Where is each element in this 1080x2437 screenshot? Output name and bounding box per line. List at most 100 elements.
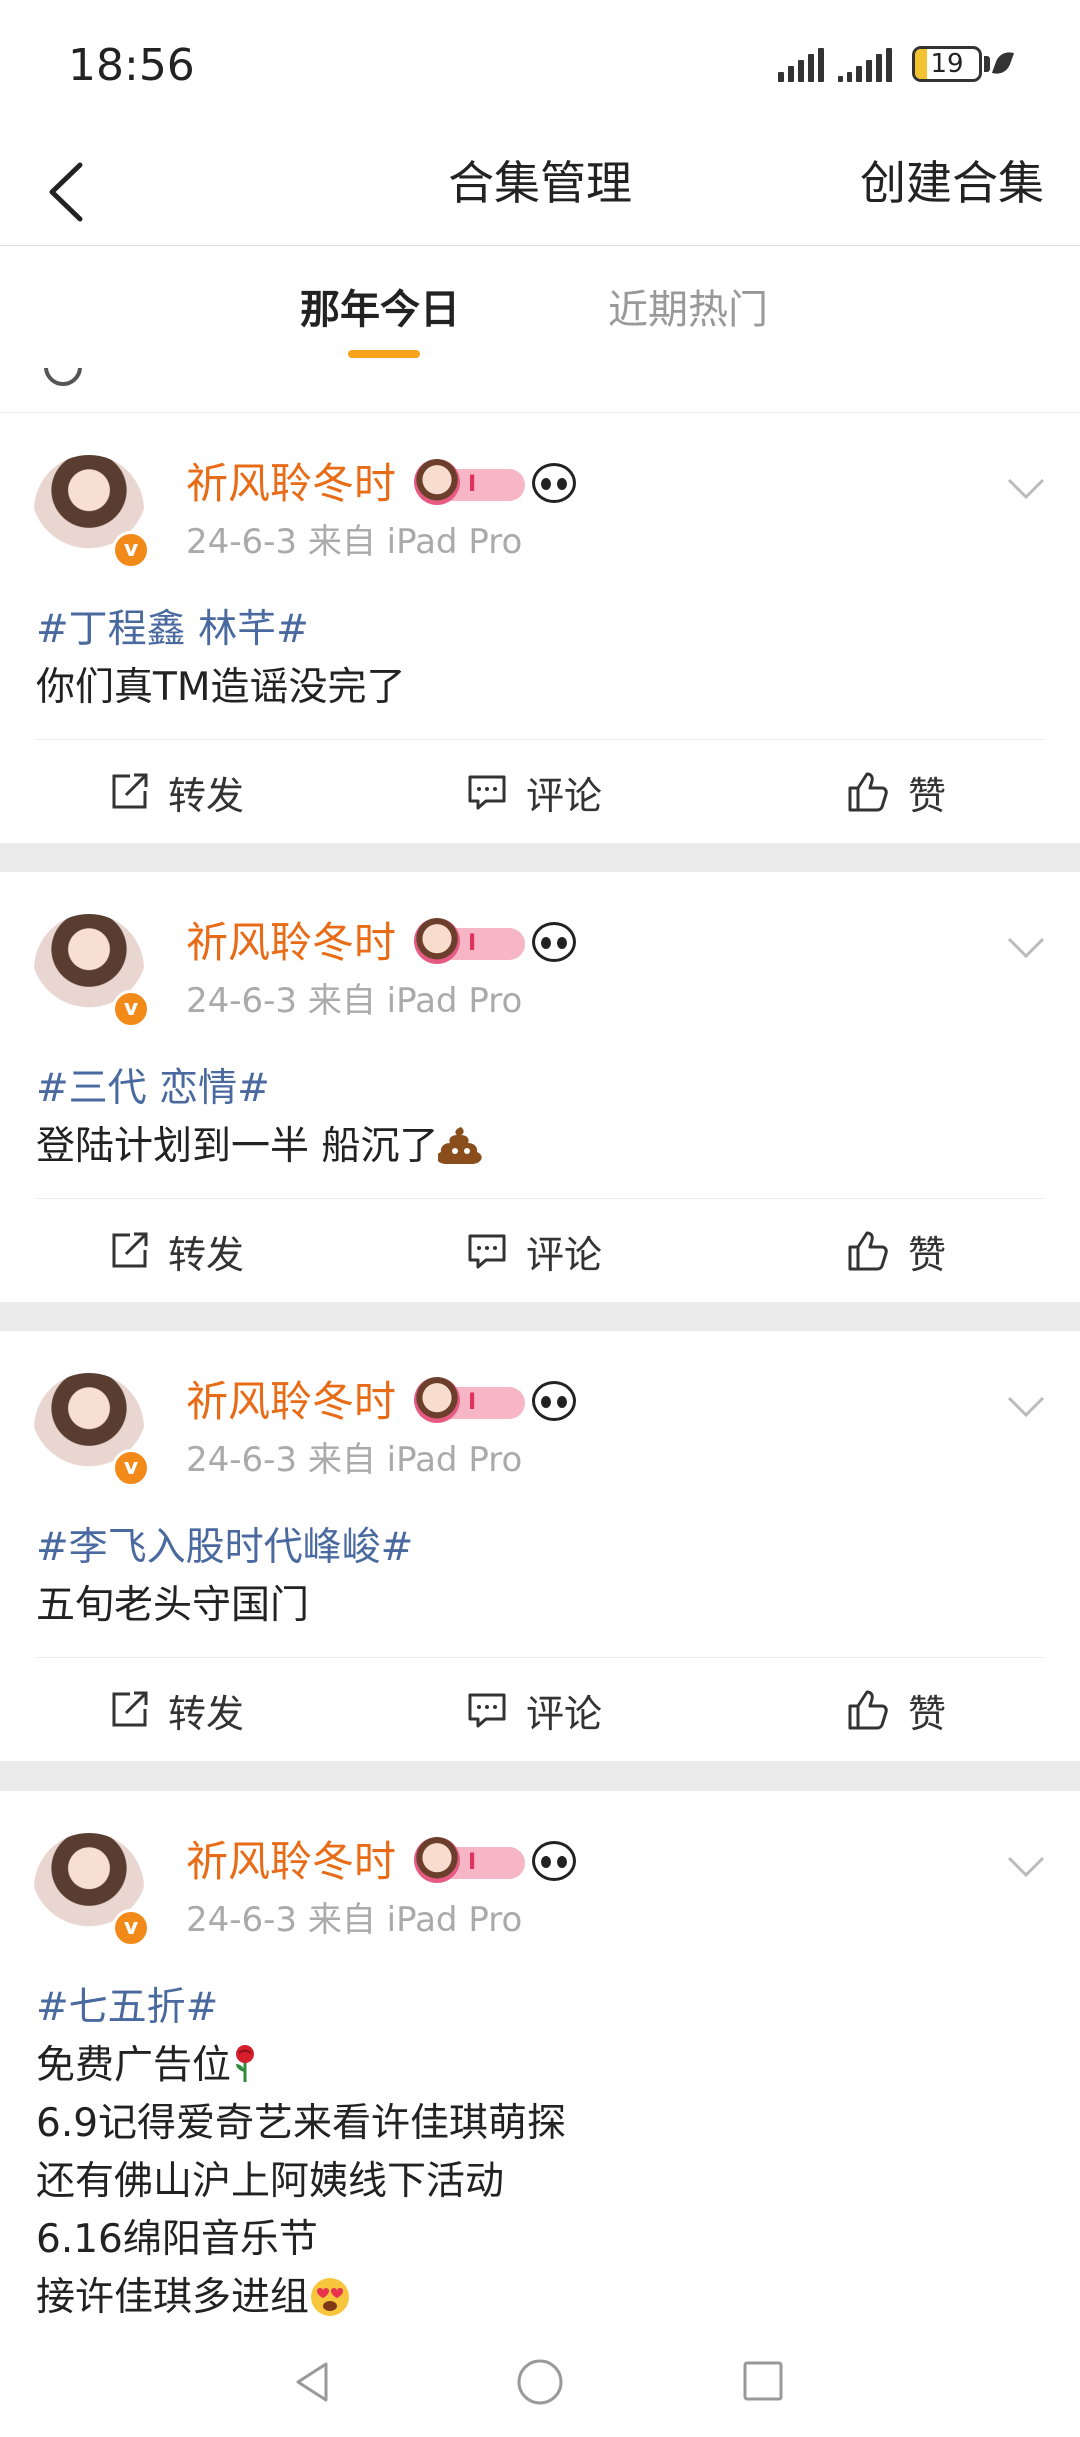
author-name[interactable]: 祈风聆冬时 [186, 1833, 396, 1891]
repost-label: 转发 [168, 1232, 245, 1277]
action-bar: 转发 评论 赞 [36, 1657, 1044, 1762]
member-badge: I [414, 459, 525, 505]
post-line: 五旬老头守国门 [36, 1583, 310, 1628]
chevron-down-icon[interactable] [1006, 936, 1046, 960]
like-label: 赞 [908, 773, 947, 818]
author-name[interactable]: 祈风聆冬时 [186, 455, 396, 513]
signal-icon [778, 48, 824, 82]
tab-bar: 那年今日 近期热门 [0, 246, 1080, 369]
post-line: 6.16绵阳音乐节 [36, 2217, 318, 2262]
member-badge: I [414, 918, 525, 964]
previous-card-fragment [0, 368, 1080, 412]
thumbs-up-icon [848, 772, 888, 812]
like-label: 赞 [908, 1691, 947, 1736]
comment-icon [468, 1234, 506, 1269]
post-line: 还有佛山沪上阿姨线下活动 [36, 2159, 505, 2204]
nav-bar: 合集管理 创建合集 [0, 135, 1080, 246]
like-button[interactable]: 赞 [846, 1199, 946, 1303]
post-card: v 祈风聆冬时 I 24-6-3 来自 iPad Pro #丁程鑫 林芊# 你们… [0, 413, 1080, 843]
post-meta: 24-6-3 来自 iPad Pro [186, 1440, 523, 1480]
post-hashtag[interactable]: #丁程鑫 林芊# [36, 601, 1046, 659]
battery-icon: 19 [912, 46, 982, 82]
thumbs-up-icon [848, 1231, 888, 1271]
like-button[interactable]: 赞 [846, 1658, 946, 1762]
like-button[interactable]: 赞 [846, 740, 946, 844]
post-body: #七五折# 免费广告位 6.9记得爱奇艺来看许佳琪萌探 还有佛山沪上阿姨线下活动… [36, 1979, 1046, 2327]
repost-label: 转发 [168, 773, 245, 818]
badge-label: I [468, 1850, 477, 1875]
chevron-down-icon[interactable] [1006, 1395, 1046, 1419]
post-line: 接许佳琪多进组 [36, 2275, 310, 2320]
nav-home-icon[interactable] [516, 2358, 564, 2406]
member-badge: I [414, 1837, 525, 1883]
panda-icon [532, 463, 576, 503]
chevron-down-icon[interactable] [1006, 477, 1046, 501]
repost-icon [112, 773, 148, 809]
panda-icon [532, 1381, 576, 1421]
badge-avatar-icon [414, 1377, 460, 1423]
badge-avatar-icon [414, 1837, 460, 1883]
battery-tip [984, 56, 990, 72]
badge-label: I [468, 472, 477, 497]
comment-label: 评论 [526, 773, 603, 818]
comment-label: 评论 [526, 1232, 603, 1277]
badge-label: I [468, 931, 477, 956]
comment-icon [468, 775, 506, 810]
member-badge: I [414, 1377, 525, 1423]
battery-level: 19 [930, 49, 964, 79]
repost-label: 转发 [168, 1691, 245, 1736]
badge-avatar-icon [414, 918, 460, 964]
rose-icon [236, 2045, 255, 2082]
post-meta: 24-6-3 来自 iPad Pro [186, 522, 523, 562]
post-body: #丁程鑫 林芊# 你们真TM造谣没完了 [36, 601, 1046, 717]
create-collection-button[interactable]: 创建合集 [860, 151, 1044, 215]
verified-badge-icon: v [112, 1909, 150, 1947]
action-bar: 转发 评论 赞 [36, 739, 1044, 844]
repost-button[interactable]: 转发 [108, 1658, 244, 1762]
post-line: 登陆计划到一半 船沉了 [36, 1124, 439, 1169]
nav-recents-icon[interactable] [742, 2360, 784, 2402]
post-card: v 祈风聆冬时 I 24-6-3 来自 iPad Pro #七五折# 免费广告位… [0, 1791, 1080, 2320]
panda-icon [532, 1841, 576, 1881]
verified-badge-icon: v [112, 990, 150, 1028]
tab-on-this-day[interactable]: 那年今日 [300, 282, 460, 338]
comment-icon [468, 1693, 506, 1728]
comment-button[interactable]: 评论 [466, 1199, 602, 1303]
repost-icon [112, 1232, 148, 1268]
verified-badge-icon: v [112, 1449, 150, 1487]
post-line: 你们真TM造谣没完了 [36, 665, 406, 710]
thumbs-up-icon [848, 1690, 888, 1730]
tab-active-indicator [348, 350, 420, 358]
post-hashtag[interactable]: #李飞入股时代峰峻# [36, 1519, 1046, 1577]
comment-button[interactable]: 评论 [466, 740, 602, 844]
post-card: v 祈风聆冬时 I 24-6-3 来自 iPad Pro #三代 恋情# 登陆计… [0, 872, 1080, 1302]
post-body: #三代 恋情# 登陆计划到一半 船沉了 [36, 1060, 1046, 1176]
panda-icon [532, 922, 576, 962]
action-bar: 转发 评论 赞 [36, 1198, 1044, 1303]
post-body: #李飞入股时代峰峻# 五旬老头守国门 [36, 1519, 1046, 1635]
repost-button[interactable]: 转发 [108, 740, 244, 844]
back-button[interactable] [36, 157, 106, 227]
post-hashtag[interactable]: #七五折# [36, 1979, 1046, 2037]
post-meta: 24-6-3 来自 iPad Pro [186, 981, 523, 1021]
like-label: 赞 [908, 1232, 947, 1277]
heart-eyes-icon [311, 2278, 350, 2316]
signal-icon-secondary [838, 48, 892, 82]
post-hashtag[interactable]: #三代 恋情# [36, 1060, 1046, 1118]
comment-button[interactable]: 评论 [466, 1658, 602, 1762]
verified-badge-icon: v [112, 531, 150, 569]
chevron-left-icon [49, 162, 83, 222]
post-line: 免费广告位 [36, 2043, 232, 2088]
repost-icon [112, 1691, 148, 1727]
author-name[interactable]: 祈风聆冬时 [186, 1373, 396, 1431]
comment-label: 评论 [526, 1691, 603, 1736]
author-name[interactable]: 祈风聆冬时 [186, 914, 396, 972]
poop-icon [438, 1127, 483, 1164]
post-line: 6.9记得爱奇艺来看许佳琪萌探 [36, 2101, 567, 2146]
tab-recent-hot[interactable]: 近期热门 [608, 282, 768, 338]
chevron-down-icon[interactable] [1006, 1855, 1046, 1879]
repost-button[interactable]: 转发 [108, 1199, 244, 1303]
status-bar: 18:56 19 [0, 0, 1080, 135]
eco-leaf-icon [991, 48, 1015, 78]
nav-back-icon[interactable] [292, 2360, 332, 2404]
